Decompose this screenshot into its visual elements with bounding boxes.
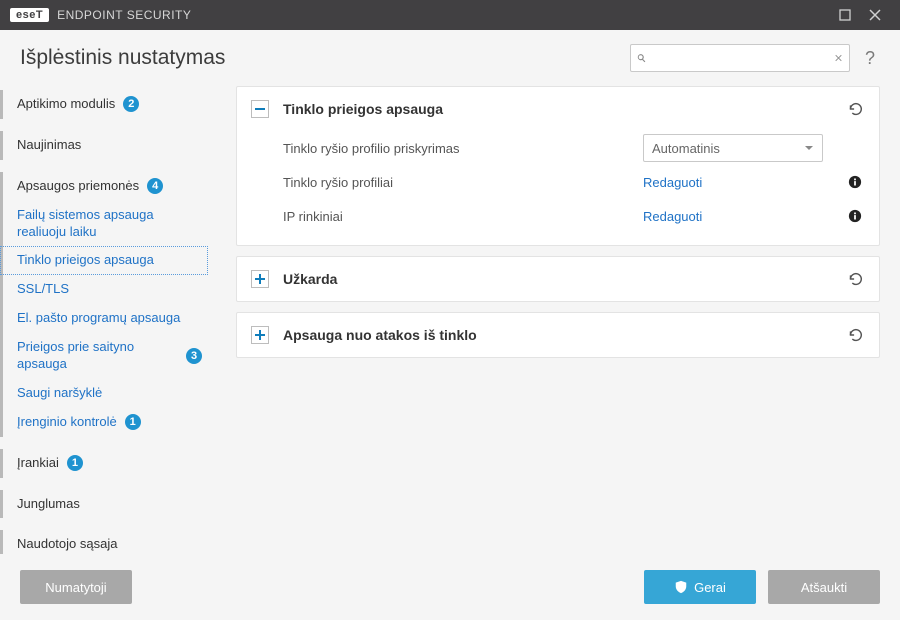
setting-row: Tinklo ryšio profilio priskyrimas Automat… — [283, 131, 865, 165]
defaults-button[interactable]: Numatytoji — [20, 570, 132, 604]
shield-icon — [674, 580, 688, 594]
settings-panel: Apsauga nuo atakos iš tinklo — [236, 312, 880, 358]
sidebar-subitem[interactable]: SSL/TLS — [0, 275, 208, 304]
bottom-bar: Numatytoji Gerai Atšaukti — [0, 554, 900, 620]
revert-icon[interactable] — [845, 269, 865, 289]
sidebar-item-label: Aptikimo modulis — [17, 96, 115, 113]
content-area: Tinklo prieigos apsauga Tinklo ryšio prof… — [220, 82, 880, 554]
sidebar-item[interactable]: Apsaugos priemonės 4 — [0, 172, 208, 201]
sidebar-item-label: Įrankiai — [17, 455, 59, 472]
select-dropdown[interactable]: Automatinis — [643, 134, 823, 162]
collapse-icon[interactable] — [251, 100, 269, 118]
sidebar-subitem-label: Saugi naršyklė — [17, 385, 102, 402]
ok-button[interactable]: Gerai — [644, 570, 756, 604]
brand-logo: eseT — [10, 8, 49, 22]
search-input[interactable] — [646, 51, 834, 66]
setting-label: IP rinkiniai — [283, 209, 643, 224]
settings-panel: Užkarda — [236, 256, 880, 302]
setting-row: IP rinkiniaiRedaguoti — [283, 199, 865, 233]
expand-icon[interactable] — [251, 326, 269, 344]
sidebar-item[interactable]: Įrankiai 1 — [0, 449, 208, 478]
sidebar-badge: 4 — [147, 178, 163, 194]
page-title: Išplėstinis nustatymas — [20, 46, 225, 70]
sidebar-subitem-label: SSL/TLS — [17, 281, 69, 298]
panel-title: Apsauga nuo atakos iš tinklo — [283, 327, 845, 343]
expand-icon[interactable] — [251, 270, 269, 288]
revert-icon[interactable] — [845, 325, 865, 345]
setting-control: Automatinis — [643, 134, 837, 162]
setting-row: Tinklo ryšio profiliaiRedaguoti — [283, 165, 865, 199]
panel-header[interactable]: Užkarda — [237, 257, 879, 301]
product-name: ENDPOINT SECURITY — [57, 8, 191, 22]
cancel-button[interactable]: Atšaukti — [768, 570, 880, 604]
chevron-down-icon — [804, 141, 814, 156]
help-button[interactable]: ? — [860, 48, 880, 69]
window-maximize-icon[interactable] — [830, 0, 860, 30]
sidebar-subitem[interactable]: Prieigos prie saityno apsauga 3 — [0, 333, 208, 379]
sidebar-subitem-label: Tinklo prieigos apsauga — [17, 252, 154, 269]
sidebar-item-label: Apsaugos priemonės — [17, 178, 139, 195]
panel-title: Užkarda — [283, 271, 845, 287]
sidebar-badge: 3 — [186, 348, 202, 364]
sidebar: Aptikimo modulis 2 Naujinimas Apsaugos prie… — [0, 82, 220, 554]
window-close-icon[interactable] — [860, 0, 890, 30]
header-row: Išplėstinis nustatymas ? — [0, 30, 900, 82]
sidebar-badge: 1 — [125, 414, 141, 430]
info-icon[interactable] — [845, 209, 865, 223]
panel-title: Tinklo prieigos apsauga — [283, 101, 845, 117]
sidebar-subitem[interactable]: Saugi naršyklė — [0, 379, 208, 408]
sidebar-subitem-label: Įrenginio kontrolė — [17, 414, 117, 431]
sidebar-item[interactable]: Naujinimas — [0, 131, 208, 160]
search-box[interactable] — [630, 44, 850, 72]
sidebar-item-label: Naujinimas — [17, 137, 81, 154]
setting-label: Tinklo ryšio profilio priskyrimas — [283, 141, 643, 156]
ok-button-label: Gerai — [694, 580, 726, 595]
edit-link[interactable]: Redaguoti — [643, 209, 702, 224]
sidebar-subitem-label: Prieigos prie saityno apsauga — [17, 339, 178, 373]
sidebar-item-label: Naudotojo sąsaja — [17, 536, 117, 553]
sidebar-item[interactable]: Aptikimo modulis 2 — [0, 90, 208, 119]
sidebar-item[interactable]: Junglumas — [0, 490, 208, 519]
sidebar-subitem[interactable]: Tinklo prieigos apsauga — [0, 246, 208, 275]
setting-control: Redaguoti — [643, 209, 837, 224]
sidebar-subitem-label: Failų sistemos apsauga realiuoju laiku — [17, 207, 202, 241]
sidebar-item-label: Junglumas — [17, 496, 80, 513]
panel-header[interactable]: Apsauga nuo atakos iš tinklo — [237, 313, 879, 357]
info-icon[interactable] — [845, 175, 865, 189]
sidebar-item[interactable]: Naudotojo sąsaja — [0, 530, 208, 554]
sidebar-subitem[interactable]: Įrenginio kontrolė 1 — [0, 408, 208, 437]
settings-panel: Tinklo prieigos apsauga Tinklo ryšio prof… — [236, 86, 880, 246]
revert-icon[interactable] — [845, 99, 865, 119]
sidebar-badge: 1 — [67, 455, 83, 471]
titlebar: eseT ENDPOINT SECURITY — [0, 0, 900, 30]
sidebar-subitem[interactable]: Failų sistemos apsauga realiuoju laiku — [0, 201, 208, 247]
edit-link[interactable]: Redaguoti — [643, 175, 702, 190]
setting-label: Tinklo ryšio profiliai — [283, 175, 643, 190]
panel-body: Tinklo ryšio profilio priskyrimas Automat… — [237, 131, 879, 245]
setting-control: Redaguoti — [643, 175, 837, 190]
search-icon — [637, 51, 646, 65]
sidebar-subitem-label: El. pašto programų apsauga — [17, 310, 180, 327]
clear-icon[interactable] — [834, 51, 843, 65]
sidebar-subitem[interactable]: El. pašto programų apsauga — [0, 304, 208, 333]
sidebar-badge: 2 — [123, 96, 139, 112]
panel-header[interactable]: Tinklo prieigos apsauga — [237, 87, 879, 131]
select-value: Automatinis — [652, 141, 720, 156]
